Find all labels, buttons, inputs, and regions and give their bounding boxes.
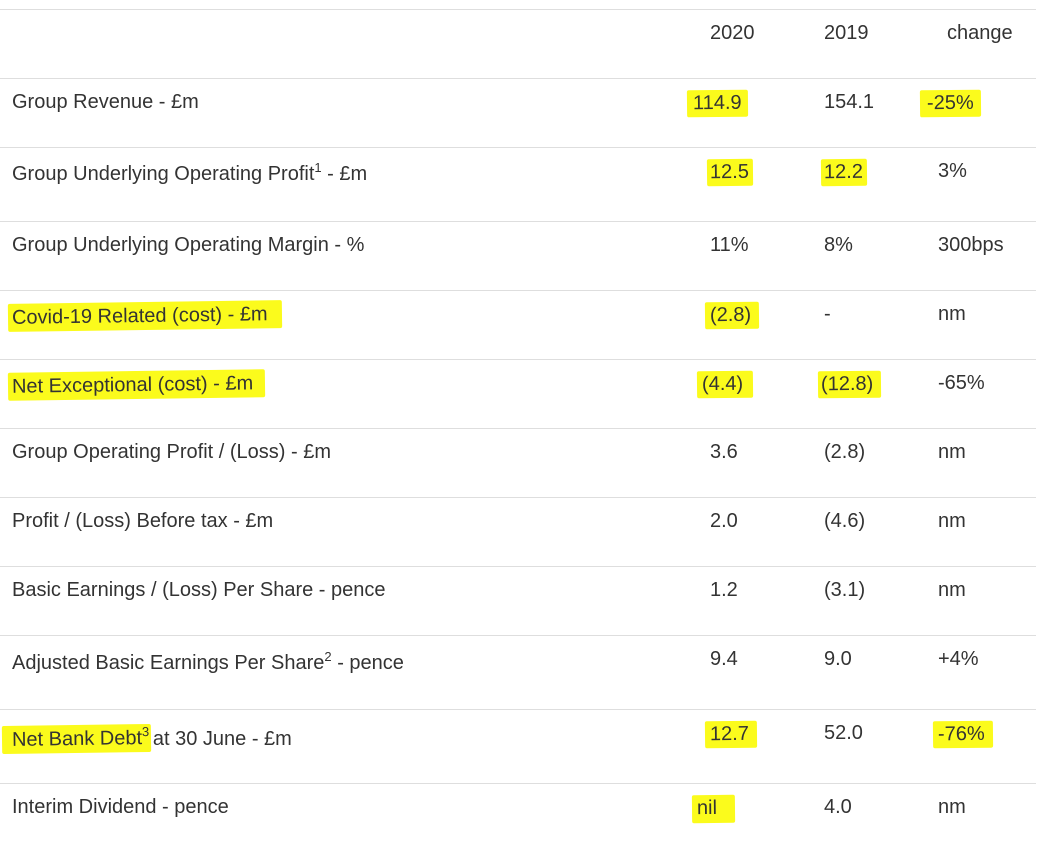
- value-change: 300bps: [938, 234, 1004, 256]
- row-label: Group Underlying Operating Margin - %: [12, 234, 365, 256]
- header-change: change: [947, 22, 1013, 44]
- table-row: Net Exceptional (cost) - £m (4.4) (12.8)…: [0, 359, 1036, 428]
- table-row: Group Revenue - £m 114.9 154.1 -25%: [0, 78, 1036, 147]
- highlight-mark: Net Bank Debt3: [1, 723, 152, 755]
- table-row: Group Underlying Operating Profit1 - £m …: [0, 147, 1036, 221]
- value-change: +4%: [938, 648, 979, 670]
- value-2020: 3.6: [710, 441, 738, 463]
- header-2020: 2020: [710, 22, 755, 44]
- table-row: Group Operating Profit / (Loss) - £m 3.6…: [0, 428, 1036, 497]
- row-label: Profit / (Loss) Before tax - £m: [12, 510, 274, 532]
- footnote-marker: 2: [324, 649, 332, 664]
- highlight-mark: 114.9: [686, 89, 748, 118]
- highlight-mark: Covid-19 Related (cost) - £m: [7, 300, 282, 332]
- table-row: Group Underlying Operating Margin - % 11…: [0, 221, 1036, 290]
- highlight-mark: nil: [691, 794, 736, 824]
- highlight-mark: (2.8): [704, 301, 760, 330]
- row-label: Covid-19 Related (cost) - £m: [7, 300, 282, 332]
- value-2020: nil: [691, 794, 736, 824]
- highlight-mark: (4.4): [696, 370, 754, 399]
- value-2019: (2.8): [824, 441, 866, 463]
- value-2019: -: [824, 303, 831, 325]
- value-change: nm: [938, 441, 966, 463]
- value-2020: 2.0: [710, 510, 738, 532]
- table-row: Profit / (Loss) Before tax - £m 2.0 (4.6…: [0, 497, 1036, 566]
- value-change: nm: [938, 796, 966, 818]
- table-header-row: 2020 2019 change: [0, 9, 1036, 78]
- value-2020: (4.4): [696, 370, 754, 399]
- highlight-mark: 12.5: [706, 158, 754, 187]
- value-2019: 52.0: [824, 722, 863, 744]
- row-label: Group Underlying Operating Profit1 - £m: [12, 160, 368, 185]
- table-row: Adjusted Basic Earnings Per Share2 - pen…: [0, 635, 1036, 709]
- row-label: Net Exceptional (cost) - £m: [7, 369, 266, 401]
- row-label: Net Bank Debt3 at 30 June - £m: [1, 723, 292, 755]
- value-2019: (3.1): [824, 579, 866, 601]
- value-2019: 9.0: [824, 648, 852, 670]
- value-change: nm: [938, 303, 966, 325]
- value-2019: 154.1: [824, 91, 875, 113]
- footnote-marker: 1: [314, 160, 322, 175]
- value-2020: 1.2: [710, 579, 738, 601]
- table-row: Net Bank Debt3 at 30 June - £m 12.7 52.0…: [0, 709, 1036, 783]
- value-change: 3%: [938, 160, 967, 182]
- table-row: Basic Earnings / (Loss) Per Share - penc…: [0, 566, 1036, 635]
- row-label: Interim Dividend - pence: [12, 796, 229, 818]
- value-2020: (2.8): [704, 301, 760, 330]
- value-2020: 9.4: [710, 648, 738, 670]
- value-2019: 8%: [824, 234, 853, 256]
- row-label: Basic Earnings / (Loss) Per Share - penc…: [12, 579, 386, 601]
- value-2020: 12.7: [704, 720, 758, 749]
- row-label: Group Operating Profit / (Loss) - £m: [12, 441, 332, 463]
- value-2019: 12.2: [820, 158, 868, 187]
- row-label: Adjusted Basic Earnings Per Share2 - pen…: [12, 649, 404, 674]
- value-change: nm: [938, 510, 966, 532]
- highlight-mark: -25%: [919, 89, 981, 118]
- highlight-mark: Net Exceptional (cost) - £m: [7, 369, 266, 401]
- value-2019: (12.8): [817, 370, 882, 399]
- value-2020: 11%: [710, 234, 749, 256]
- value-change: -25%: [919, 89, 981, 118]
- header-2019: 2019: [824, 22, 869, 44]
- value-change: nm: [938, 579, 966, 601]
- value-2019: (4.6): [824, 510, 866, 532]
- highlight-mark: -76%: [932, 720, 993, 749]
- row-label: Group Revenue - £m: [12, 91, 199, 113]
- financial-highlights-table: 2020 2019 change Group Revenue - £m 114.…: [0, 9, 1036, 852]
- value-change: -65%: [938, 372, 985, 394]
- highlight-mark: 12.7: [704, 720, 758, 749]
- value-2020: 12.5: [706, 158, 754, 187]
- value-change: -76%: [932, 720, 993, 749]
- highlight-mark: (12.8): [817, 370, 882, 399]
- highlight-mark: 12.2: [820, 158, 868, 187]
- value-2019: 4.0: [824, 796, 852, 818]
- footnote-marker: 3: [141, 723, 150, 740]
- table-row: Covid-19 Related (cost) - £m (2.8) - nm: [0, 290, 1036, 359]
- value-2020: 114.9: [686, 89, 748, 118]
- table-row: Interim Dividend - pence nil 4.0 nm: [0, 783, 1036, 852]
